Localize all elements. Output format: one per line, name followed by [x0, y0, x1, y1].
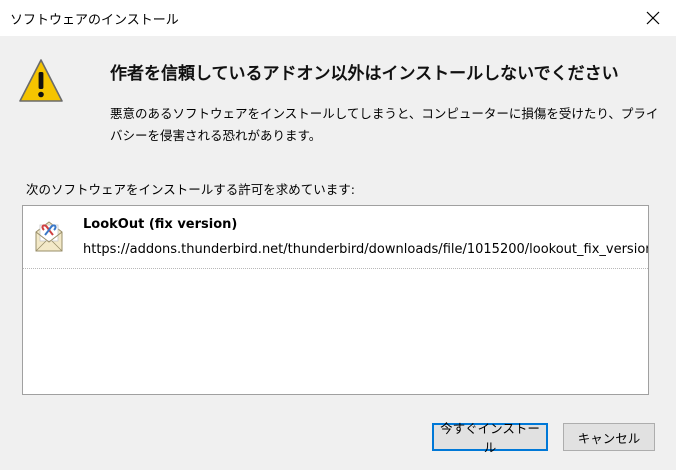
install-listbox[interactable]: LookOut (fix version) https://addons.thu… [22, 205, 649, 395]
addon-name: LookOut (fix version) [83, 217, 238, 232]
close-icon [646, 11, 660, 25]
warning-icon [19, 59, 63, 102]
warning-description: 悪意のあるソフトウェアをインストールしてしまうと、コンピューターに損傷を受けたり… [110, 106, 659, 143]
install-list-label: 次のソフトウェアをインストールする許可を求めています: [26, 182, 355, 197]
window-title: ソフトウェアのインストール [10, 13, 179, 28]
title-bar: ソフトウェアのインストール [0, 0, 676, 36]
list-item[interactable]: LookOut (fix version) https://addons.thu… [23, 206, 648, 269]
close-button[interactable] [630, 0, 676, 36]
install-now-button[interactable]: 今すぐインストール [432, 421, 548, 455]
addon-url: https://addons.thunderbird.net/thunderbi… [83, 242, 648, 257]
addon-envelope-icon [35, 221, 63, 252]
warning-heading: 作者を信頼しているアドオン以外はインストールしないでください [110, 64, 619, 84]
cancel-button[interactable]: キャンセル [563, 423, 655, 451]
